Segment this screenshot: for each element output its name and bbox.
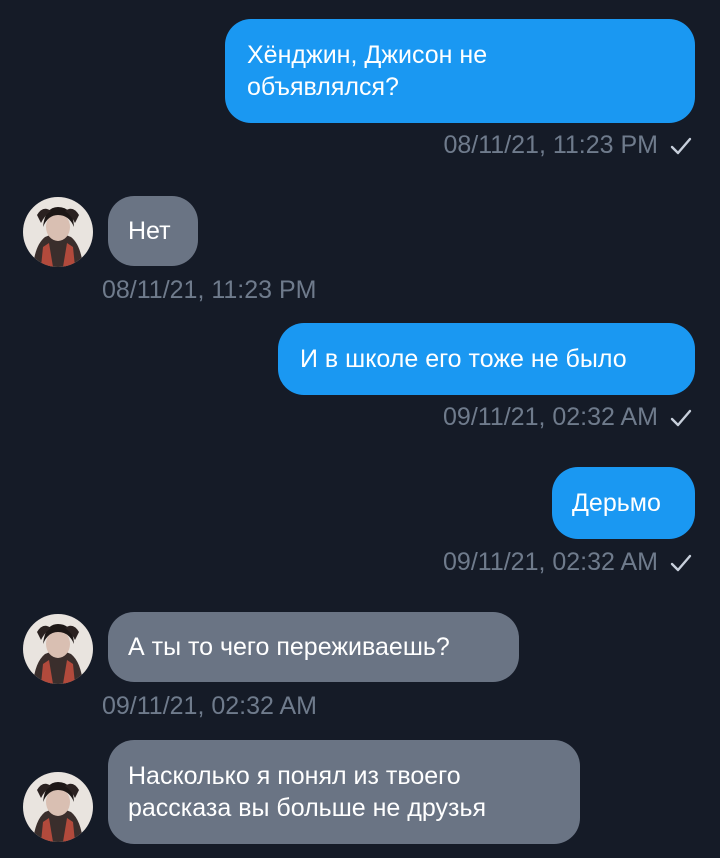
message-bubble-outgoing[interactable]: Дерьмо bbox=[552, 467, 695, 539]
avatar[interactable] bbox=[23, 772, 93, 842]
message-bubble-outgoing[interactable]: Хёнджин, Джисон не объявлялся? bbox=[225, 19, 695, 123]
checkmark-icon bbox=[670, 554, 692, 571]
message-bubble-outgoing[interactable]: И в школе его тоже не было bbox=[278, 323, 695, 395]
message-bubble-incoming[interactable]: Нет bbox=[108, 196, 198, 266]
message-timestamp: 08/11/21, 11:23 PM bbox=[443, 131, 692, 160]
timestamp-text: 08/11/21, 11:23 PM bbox=[102, 276, 317, 304]
message-timestamp: 09/11/21, 02:32 AM bbox=[443, 403, 692, 432]
checkmark-icon bbox=[670, 409, 692, 426]
timestamp-text: 09/11/21, 02:32 AM bbox=[443, 548, 658, 576]
message-timestamp: 08/11/21, 11:23 PM bbox=[102, 276, 317, 305]
message-timestamp: 09/11/21, 02:32 AM bbox=[102, 692, 317, 721]
avatar[interactable] bbox=[23, 614, 93, 684]
message-bubble-incoming[interactable]: А ты то чего переживаешь? bbox=[108, 612, 519, 682]
timestamp-text: 09/11/21, 02:32 AM bbox=[102, 692, 317, 720]
checkmark-icon bbox=[670, 137, 692, 154]
avatar[interactable] bbox=[23, 197, 93, 267]
timestamp-text: 08/11/21, 11:23 PM bbox=[443, 131, 658, 159]
message-timestamp: 09/11/21, 02:32 AM bbox=[443, 548, 692, 577]
timestamp-text: 09/11/21, 02:32 AM bbox=[443, 403, 658, 431]
message-bubble-incoming[interactable]: Насколько я понял из твоего рассказа вы … bbox=[108, 740, 580, 844]
